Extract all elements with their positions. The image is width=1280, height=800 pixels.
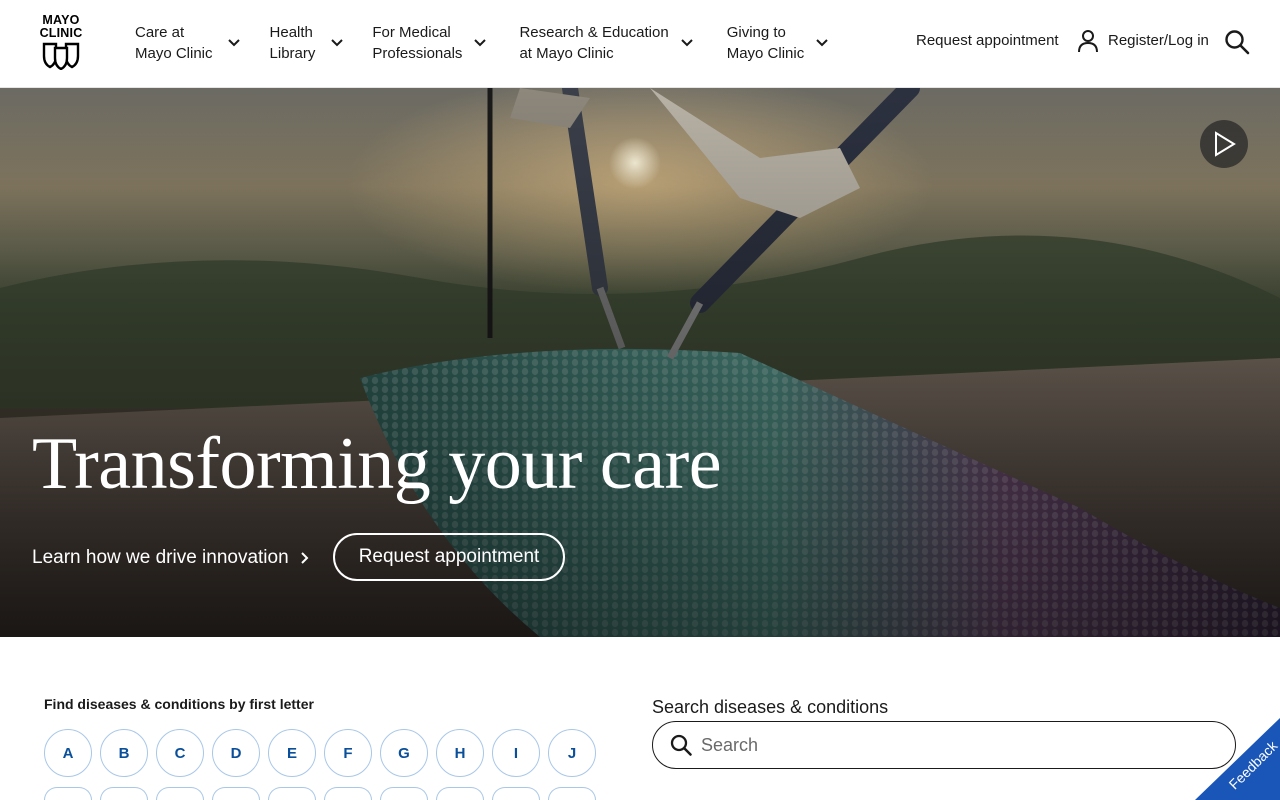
chevron-down-icon bbox=[474, 39, 487, 47]
innovation-link-label: Learn how we drive innovation bbox=[32, 547, 289, 568]
letter-j-button[interactable]: J bbox=[548, 729, 596, 777]
find-by-letter-title: Find diseases & conditions by first lett… bbox=[44, 696, 314, 712]
letter-button-row2[interactable] bbox=[436, 787, 484, 800]
letter-button-row2[interactable] bbox=[380, 787, 428, 800]
nav-label-line1: Care at bbox=[135, 24, 185, 41]
hero-request-appointment-button[interactable]: Request appointment bbox=[333, 533, 565, 581]
letter-h-button[interactable]: H bbox=[436, 729, 484, 777]
letter-f-button[interactable]: F bbox=[324, 729, 372, 777]
nav-label: Research & Education at Mayo Clinic bbox=[519, 22, 668, 64]
nav-label-line2: Mayo Clinic bbox=[726, 45, 805, 62]
letter-i-button[interactable]: I bbox=[492, 729, 540, 777]
letter-button-row2[interactable] bbox=[324, 787, 372, 800]
nav-label: Health Library bbox=[270, 22, 316, 64]
letter-button-row2[interactable] bbox=[156, 787, 204, 800]
header-request-appointment-link[interactable]: Request appointment bbox=[916, 31, 1059, 51]
header-search-button[interactable] bbox=[1224, 29, 1250, 55]
nav-label-line1: Giving to bbox=[726, 24, 786, 41]
nav-giving[interactable]: Giving to Mayo Clinic bbox=[727, 22, 829, 64]
letter-button-row2[interactable] bbox=[212, 787, 260, 800]
logo-text-line2: CLINIC bbox=[39, 25, 83, 40]
play-icon bbox=[1215, 131, 1236, 157]
letter-a-button[interactable]: A bbox=[44, 729, 92, 777]
play-video-button[interactable] bbox=[1200, 120, 1248, 168]
letter-b-button[interactable]: B bbox=[100, 729, 148, 777]
nav-label-line1: Research & Education bbox=[519, 24, 669, 41]
nav-label-line2: Professionals bbox=[372, 45, 463, 62]
search-diseases-box bbox=[652, 721, 1236, 769]
nav-label: Giving to Mayo Clinic bbox=[727, 22, 805, 64]
nav-health-library[interactable]: Health Library bbox=[270, 22, 344, 64]
letter-button-row2[interactable] bbox=[492, 787, 540, 800]
mayo-clinic-logo[interactable]: MAYO CLINIC bbox=[36, 14, 86, 74]
shield-logo-icon bbox=[42, 42, 80, 70]
chevron-down-icon bbox=[816, 39, 828, 47]
chevron-down-icon bbox=[331, 39, 344, 47]
nav-label-line2: at Mayo Clinic bbox=[519, 45, 614, 62]
nav-label-line2: Library bbox=[269, 45, 316, 62]
hero-banner: Transforming your care Learn how we driv… bbox=[0, 88, 1280, 637]
letter-c-button[interactable]: C bbox=[156, 729, 204, 777]
letter-button-row2[interactable] bbox=[100, 787, 148, 800]
logo-text-line1: MAYO bbox=[42, 13, 80, 27]
site-header: MAYO CLINIC Care at Mayo Clinic Health L… bbox=[0, 0, 1280, 88]
chevron-down-icon bbox=[680, 39, 693, 47]
chevron-right-icon bbox=[300, 552, 309, 564]
search-diseases-title: Search diseases & conditions bbox=[652, 697, 889, 717]
search-icon bbox=[1225, 30, 1250, 55]
hero-title: Transforming your care bbox=[32, 423, 722, 505]
nav-care-at-mayo[interactable]: Care at Mayo Clinic bbox=[135, 22, 240, 64]
letter-button-row2[interactable] bbox=[548, 787, 596, 800]
letter-e-button[interactable]: E bbox=[268, 729, 316, 777]
nav-label-line1: For Medical bbox=[372, 24, 451, 41]
nav-research-education[interactable]: Research & Education at Mayo Clinic bbox=[519, 22, 693, 64]
nav-label: Care at Mayo Clinic bbox=[135, 22, 213, 64]
user-icon bbox=[1078, 30, 1098, 53]
search-icon bbox=[670, 734, 692, 756]
chevron-down-icon bbox=[227, 39, 240, 47]
register-login-link[interactable]: Register/Log in bbox=[1077, 29, 1209, 53]
nav-label: For Medical Professionals bbox=[372, 22, 462, 64]
nav-label-line2: Mayo Clinic bbox=[135, 45, 213, 62]
letter-g-button[interactable]: G bbox=[380, 729, 428, 777]
main-nav: Care at Mayo Clinic Health Library For M… bbox=[135, 22, 828, 64]
letter-button-row2[interactable] bbox=[268, 787, 316, 800]
nav-label-line1: Health bbox=[269, 24, 313, 41]
letter-button-row2[interactable] bbox=[44, 787, 92, 800]
nav-medical-professionals[interactable]: For Medical Professionals bbox=[372, 22, 487, 64]
search-diseases-input[interactable] bbox=[701, 734, 1181, 756]
register-login-label: Register/Log in bbox=[1108, 32, 1209, 49]
innovation-link[interactable]: Learn how we drive innovation bbox=[32, 546, 309, 570]
letter-d-button[interactable]: D bbox=[212, 729, 260, 777]
